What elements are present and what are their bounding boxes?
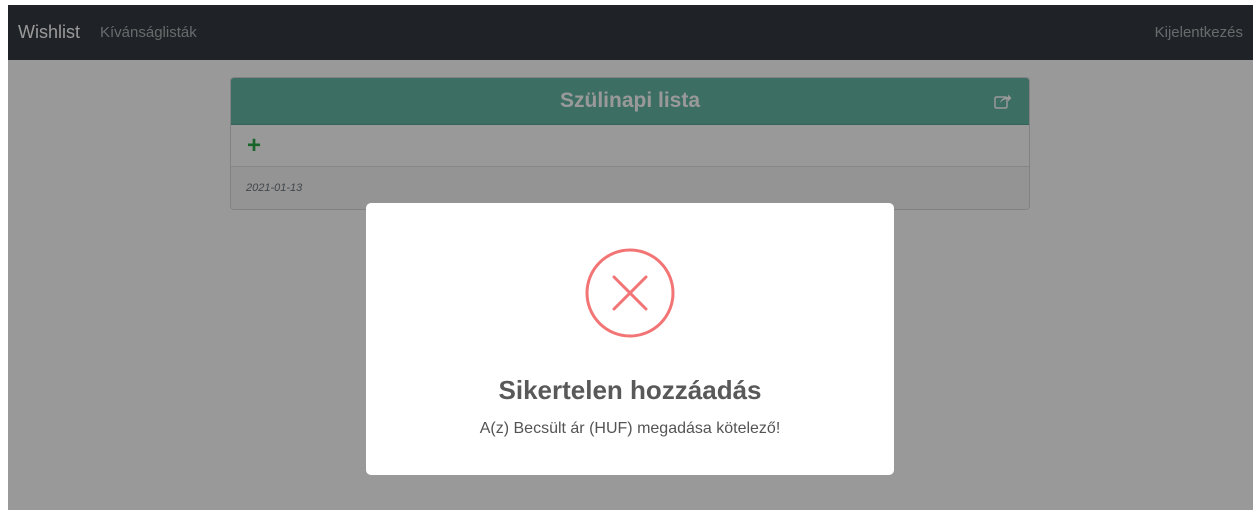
dialog-title: Sikertelen hozzáadás xyxy=(498,375,762,405)
error-dialog: Sikertelen hozzáadás A(z) Becsült ár (HU… xyxy=(366,203,894,475)
dialog-message: A(z) Becsült ár (HUF) megadása kötelező! xyxy=(479,420,781,437)
app-viewport: Wishlist Kívánságlisták Kijelentkezés Sz… xyxy=(8,5,1253,510)
error-x-icon xyxy=(585,248,675,338)
